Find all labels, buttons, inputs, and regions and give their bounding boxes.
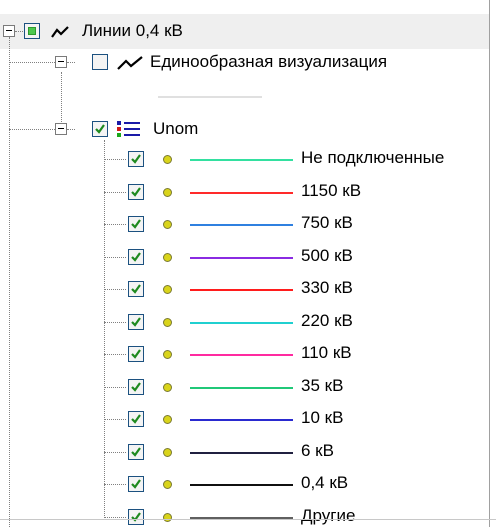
voltage-class-label: 1150 кВ: [301, 181, 362, 200]
line-color-swatch: [190, 192, 293, 194]
voltage-class-label: 6 кВ: [301, 441, 334, 460]
tree-branch-unom-child: [67, 129, 75, 130]
root-label[interactable]: Линии 0,4 кВ: [82, 21, 183, 41]
uniform-preview-line: [158, 96, 262, 98]
tree-branch: [104, 257, 126, 258]
voltage-class-checkbox[interactable]: [128, 314, 144, 330]
line-color-swatch: [190, 354, 293, 356]
voltage-class-checkbox[interactable]: [128, 411, 144, 427]
voltage-class-checkbox[interactable]: [128, 346, 144, 362]
point-symbol-icon: [163, 188, 172, 197]
tree-branch: [104, 452, 126, 453]
tree-branch-uniform-child: [67, 62, 75, 63]
tree-guide-root: [9, 37, 10, 527]
voltage-class-label: 330 кВ: [301, 278, 353, 297]
voltage-class-label: 110 кВ: [301, 343, 352, 362]
tree-branch: [104, 192, 126, 193]
legend-list-icon: [117, 121, 140, 137]
voltage-class-checkbox[interactable]: [128, 184, 144, 200]
point-symbol-icon: [163, 253, 172, 262]
tree-branch-root: [15, 31, 23, 32]
point-symbol-icon: [163, 350, 172, 359]
uniform-label[interactable]: Единообразная визуализация: [150, 52, 387, 72]
point-symbol-icon: [163, 513, 172, 522]
voltage-class-checkbox[interactable]: [128, 379, 144, 395]
line-layer-icon: [51, 26, 69, 38]
voltage-class-label: 500 кВ: [301, 246, 353, 265]
point-symbol-icon: [163, 480, 172, 489]
voltage-class-checkbox[interactable]: [128, 216, 144, 232]
tree-guide-level1: [61, 72, 62, 130]
voltage-class-checkbox[interactable]: [128, 444, 144, 460]
tree-branch: [104, 159, 126, 160]
layer-tree-panel: Линии 0,4 кВ Единообразная визуализация …: [0, 0, 490, 527]
line-color-swatch: [190, 387, 293, 389]
voltage-class-label: 0,4 кВ: [301, 473, 349, 492]
selected-row-highlight: [0, 14, 490, 49]
line-color-swatch: [190, 289, 293, 291]
line-color-swatch: [190, 322, 293, 324]
panel-border-bottom: [0, 519, 496, 520]
tree-guide-level2: [104, 140, 105, 516]
voltage-class-label: 220 кВ: [301, 311, 353, 330]
line-color-swatch: [190, 224, 293, 226]
unom-label[interactable]: Unom: [153, 119, 198, 139]
tree-branch: [104, 517, 126, 518]
collapse-toggle-unom[interactable]: [55, 123, 67, 135]
tree-branch: [104, 484, 126, 485]
tree-branch: [104, 354, 126, 355]
voltage-class-checkbox[interactable]: [128, 476, 144, 492]
point-symbol-icon: [163, 285, 172, 294]
tree-branch-unom: [9, 129, 59, 130]
line-color-swatch: [190, 159, 293, 161]
point-symbol-icon: [163, 155, 172, 164]
voltage-class-checkbox[interactable]: [128, 249, 144, 265]
voltage-class-checkbox[interactable]: [128, 151, 144, 167]
panel-border-right: [489, 0, 490, 527]
tree-branch: [104, 289, 126, 290]
root-checkbox[interactable]: [24, 23, 40, 39]
point-symbol-icon: [163, 415, 172, 424]
line-style-icon: [117, 56, 143, 70]
partial-check-mark: [28, 27, 36, 35]
tree-branch: [104, 322, 126, 323]
point-symbol-icon: [163, 318, 172, 327]
point-symbol-icon: [163, 383, 172, 392]
line-color-swatch: [190, 452, 293, 454]
tree-branch: [104, 224, 126, 225]
voltage-class-label: Другие: [301, 506, 356, 525]
tree-branch: [104, 387, 126, 388]
tree-branch: [104, 419, 126, 420]
voltage-class-label: 10 кВ: [301, 408, 344, 427]
uniform-checkbox[interactable]: [92, 54, 108, 70]
point-symbol-icon: [163, 220, 172, 229]
voltage-class-checkbox[interactable]: [128, 509, 144, 525]
line-color-swatch: [190, 419, 293, 421]
collapse-toggle-root[interactable]: [3, 25, 15, 37]
voltage-class-label: Не подключенные: [301, 148, 445, 167]
collapse-toggle-uniform[interactable]: [55, 56, 67, 68]
line-color-swatch: [190, 484, 293, 486]
tree-branch-uniform: [9, 62, 59, 63]
point-symbol-icon: [163, 448, 172, 457]
voltage-class-label: 35 кВ: [301, 376, 344, 395]
line-color-swatch: [190, 257, 293, 259]
unom-checkbox[interactable]: [92, 121, 108, 137]
voltage-class-checkbox[interactable]: [128, 281, 144, 297]
voltage-class-label: 750 кВ: [301, 213, 353, 232]
